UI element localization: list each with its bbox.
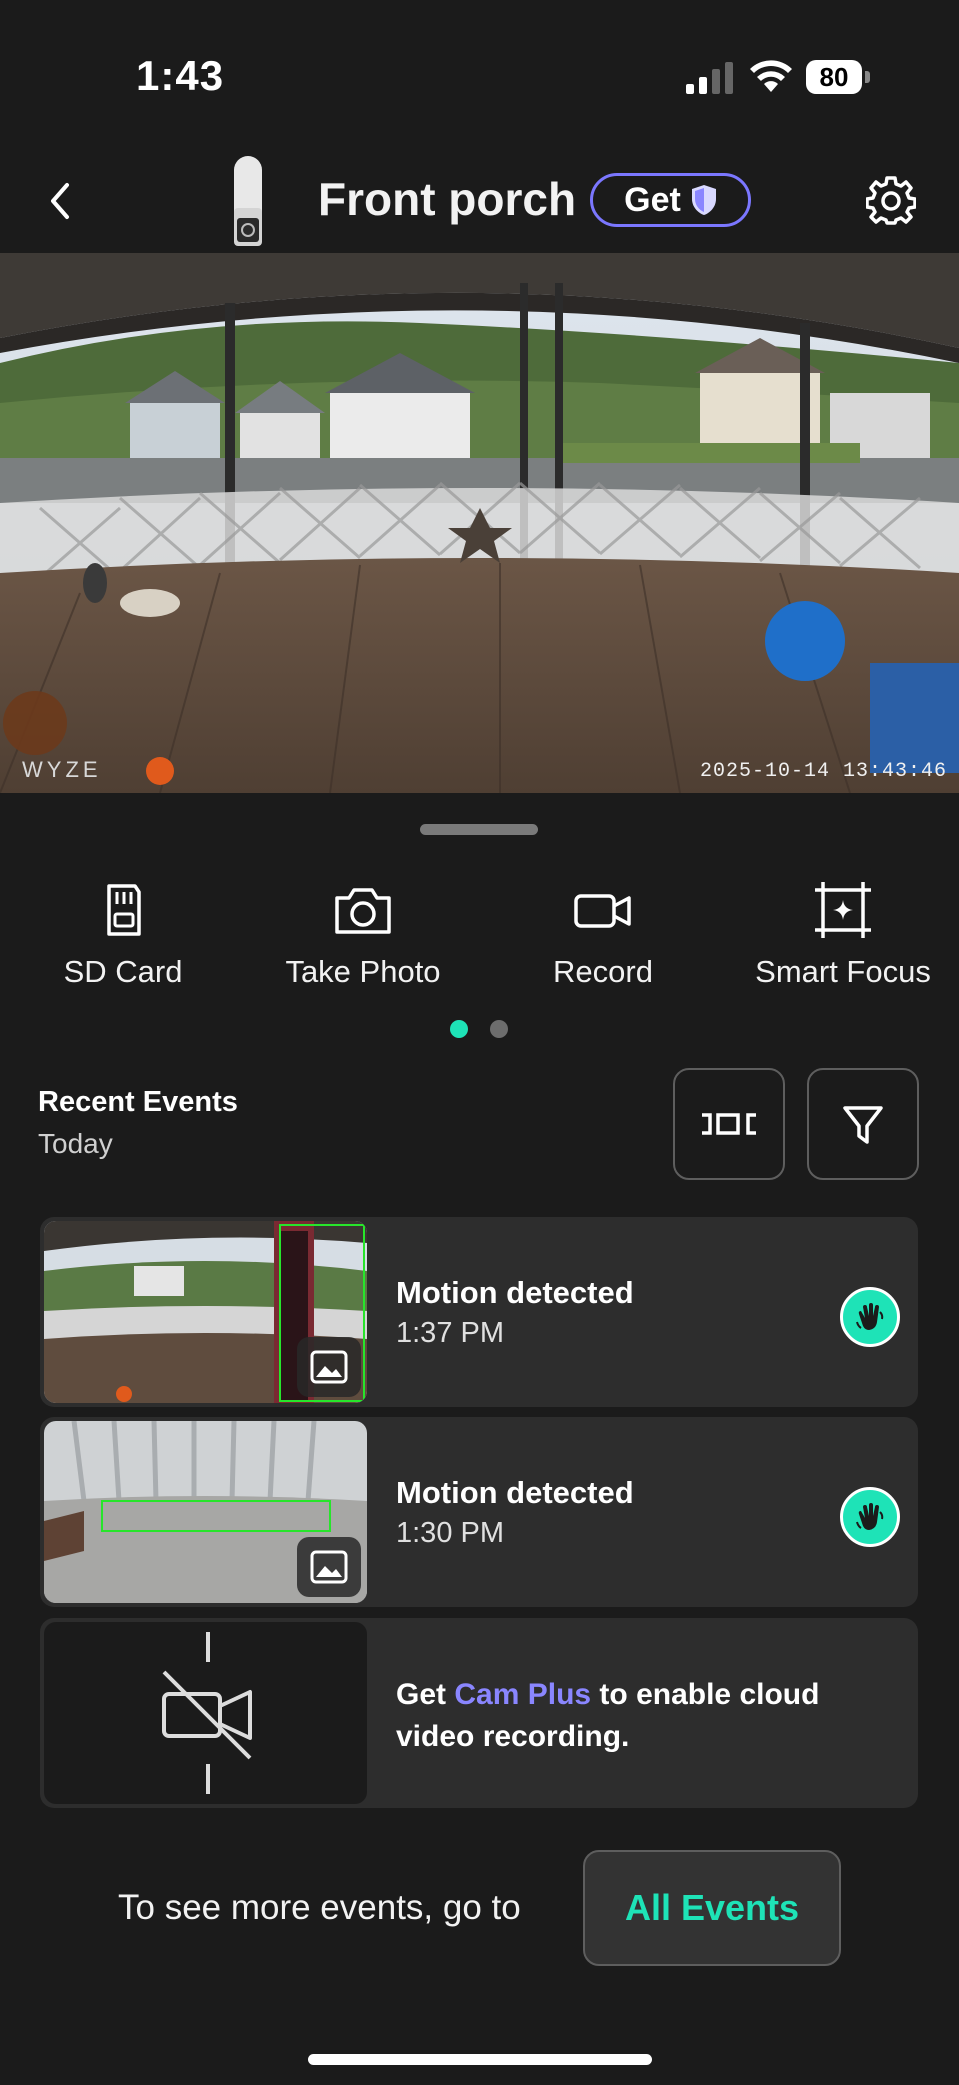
motion-hand-icon (840, 1287, 900, 1347)
porch-scene-image (0, 253, 959, 793)
snapshot-badge (297, 1337, 361, 1397)
image-icon (310, 1350, 348, 1384)
record-button[interactable]: Record (483, 880, 723, 990)
video-off-icon (162, 1632, 252, 1794)
settings-gear-icon[interactable] (866, 176, 916, 226)
motion-hand-icon (840, 1487, 900, 1547)
take-photo-button[interactable]: Take Photo (243, 880, 483, 990)
filter-icon (843, 1106, 883, 1144)
status-time: 1:43 (136, 52, 225, 99)
chevron-left-icon (51, 183, 69, 219)
get-cam-plus-button[interactable]: Get (590, 173, 751, 227)
page-indicator (450, 1020, 510, 1040)
sd-card-button[interactable]: SD Card (3, 880, 243, 990)
smart-focus-label: Smart Focus (755, 954, 931, 989)
recent-events-title: Recent Events (38, 1086, 238, 1118)
cellular-signal-icon (686, 62, 733, 94)
event-title: Motion detected (396, 1475, 634, 1510)
page-title: Front porch (318, 173, 577, 225)
camera-device-icon (234, 156, 262, 246)
shield-icon (691, 185, 716, 215)
sd-card-label: SD Card (63, 954, 183, 989)
cam-plus-link[interactable]: Cam Plus (454, 1678, 591, 1711)
promo-prefix: Get (396, 1678, 455, 1711)
promo-text: Get Cam Plus to enable cloud video recor… (396, 1674, 876, 1758)
sd-card-icon (107, 884, 141, 936)
recent-events-date: Today (38, 1128, 113, 1159)
image-icon (310, 1550, 348, 1584)
page-dot-active[interactable] (450, 1020, 468, 1038)
cam-plus-promo-card[interactable]: Get Cam Plus to enable cloud video recor… (40, 1618, 918, 1808)
battery-indicator: 80 (806, 60, 870, 94)
all-events-button[interactable]: All Events (583, 1850, 841, 1966)
feed-timestamp: 2025-10-14 13:43:46 (699, 760, 947, 783)
smart-focus-icon (815, 882, 871, 938)
back-button[interactable] (38, 176, 82, 226)
home-indicator[interactable] (308, 2054, 652, 2065)
promo-thumbnail (44, 1622, 367, 1804)
get-label: Get (624, 180, 681, 219)
action-row: SD Card Take Photo Record Smart Focus (0, 880, 959, 1000)
feed-watermark: WYZE (22, 757, 102, 782)
event-time: 1:30 PM (396, 1517, 504, 1549)
event-card[interactable]: Motion detected 1:37 PM (40, 1217, 918, 1407)
timeline-icon (702, 1113, 756, 1135)
event-title: Motion detected (396, 1275, 634, 1310)
camera-icon (335, 888, 391, 934)
drawer-handle[interactable] (420, 824, 538, 835)
event-thumbnail (44, 1421, 367, 1603)
event-thumbnail (44, 1221, 367, 1403)
snapshot-badge (297, 1537, 361, 1597)
event-time: 1:37 PM (396, 1317, 504, 1349)
wifi-icon (750, 60, 792, 92)
smart-focus-button[interactable]: Smart Focus (723, 880, 959, 990)
header: Front porch Get (0, 150, 959, 250)
timeline-view-button[interactable] (673, 1068, 785, 1180)
video-icon (574, 894, 631, 928)
live-camera-feed[interactable]: WYZE 2025-10-14 13:43:46 (0, 253, 959, 793)
page-dot[interactable] (490, 1020, 508, 1038)
filter-button[interactable] (807, 1068, 919, 1180)
status-bar: 1:43 80 (0, 0, 959, 150)
more-events-text: To see more events, go to (118, 1888, 521, 1927)
record-label: Record (553, 954, 653, 989)
take-photo-label: Take Photo (285, 954, 441, 989)
event-card[interactable]: Motion detected 1:30 PM (40, 1417, 918, 1607)
